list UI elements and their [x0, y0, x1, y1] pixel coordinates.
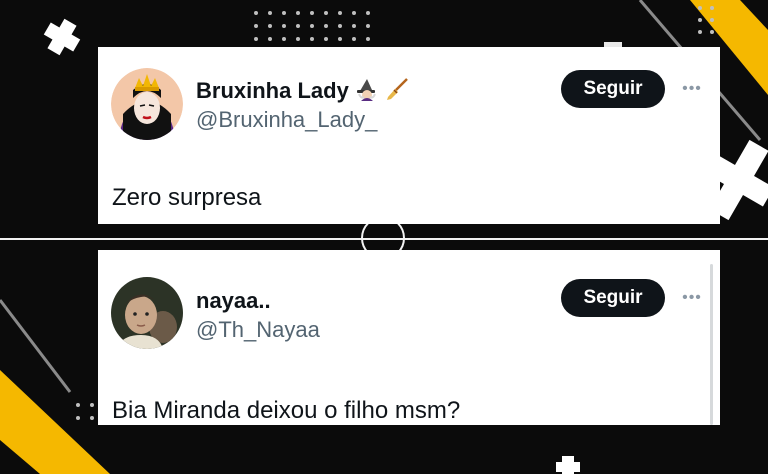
user-handle[interactable]: @Th_Nayaa [196, 317, 320, 343]
display-name[interactable]: nayaa.. [196, 288, 271, 314]
more-options-icon[interactable]: ••• [678, 81, 706, 97]
plus-sign-bottom [556, 456, 580, 474]
diagonal-line-left [0, 299, 72, 393]
avatar[interactable] [111, 68, 183, 140]
more-options-icon[interactable]: ••• [678, 290, 706, 306]
evil-queen-avatar-image [111, 68, 183, 140]
avatar[interactable] [111, 277, 183, 349]
user-photo-avatar-image [111, 277, 183, 349]
tweet-card-1: Bruxinha Lady @Bruxinha_Lady_ Seguir •••… [98, 47, 720, 224]
follow-button[interactable]: Seguir [561, 279, 665, 317]
witch-emoji [355, 77, 379, 107]
dot-grid-top [254, 11, 370, 41]
tweet-text: Bia Miranda deixou o filho msm? [112, 397, 461, 424]
display-name-text: Bruxinha Lady [196, 77, 349, 103]
broom-emoji [385, 77, 409, 107]
follow-button[interactable]: Seguir [561, 70, 665, 108]
scrollbar[interactable] [710, 264, 713, 425]
display-name[interactable]: Bruxinha Lady [196, 77, 409, 107]
tweet-card-2: nayaa.. @Th_Nayaa Seguir ••• Bia Miranda… [98, 250, 720, 425]
tweet-text: Zero surpresa [112, 184, 262, 211]
user-handle[interactable]: @Bruxinha_Lady_ [196, 107, 377, 133]
plus-sign-top-left [43, 18, 81, 56]
yellow-stripe-bottom-left [0, 370, 110, 474]
